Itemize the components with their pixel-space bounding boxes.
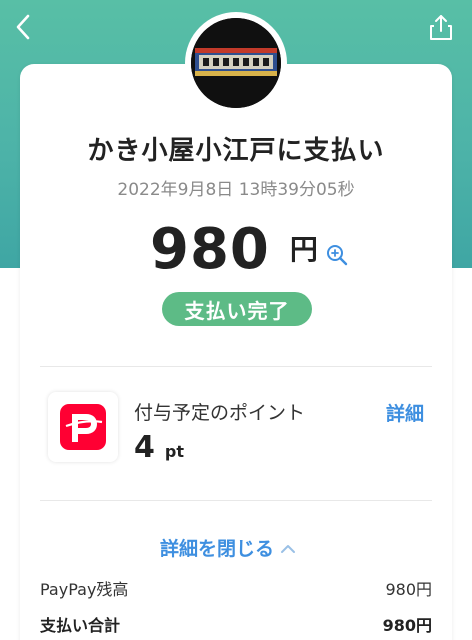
total-label: 支払い合計	[40, 616, 121, 635]
balance-value: 980円	[385, 580, 432, 599]
points-value-row: 4 pt	[134, 430, 184, 465]
paypay-icon	[60, 404, 106, 450]
points-value: 4	[134, 430, 155, 465]
total-value: 980円	[382, 616, 432, 635]
merchant-logo-image	[191, 18, 281, 108]
divider	[40, 500, 432, 501]
paypay-logo	[48, 392, 118, 462]
balance-label: PayPay残高	[40, 580, 129, 599]
merchant-title: かき小屋小江戸に支払い	[87, 136, 385, 166]
chevron-up-icon	[281, 544, 296, 553]
amount-currency: 円	[289, 233, 318, 266]
points-details-link[interactable]: 詳細	[386, 399, 424, 426]
status-badge: 支払い完了	[162, 292, 312, 326]
share-icon	[430, 15, 452, 40]
collapse-details-button[interactable]: 詳細を閉じる	[160, 534, 296, 561]
collapse-details-label: 詳細を閉じる	[160, 538, 275, 560]
divider	[40, 366, 432, 367]
amount-row: 980 円	[150, 214, 348, 278]
payment-detail-screen: かき小屋小江戸に支払い 2022年9月8日 13時39分05秒 980 円 支払…	[0, 0, 472, 640]
zoom-in-icon[interactable]	[326, 244, 348, 266]
transaction-timestamp: 2022年9月8日 13時39分05秒	[117, 180, 355, 200]
amount-value: 980	[150, 217, 270, 282]
points-label: 付与予定のポイント	[134, 402, 306, 424]
back-button[interactable]	[6, 10, 40, 44]
merchant-logo	[191, 18, 281, 108]
merchant-avatar	[185, 12, 287, 114]
chevron-left-icon	[16, 14, 30, 40]
share-button[interactable]	[424, 10, 458, 44]
points-unit: pt	[164, 442, 184, 461]
